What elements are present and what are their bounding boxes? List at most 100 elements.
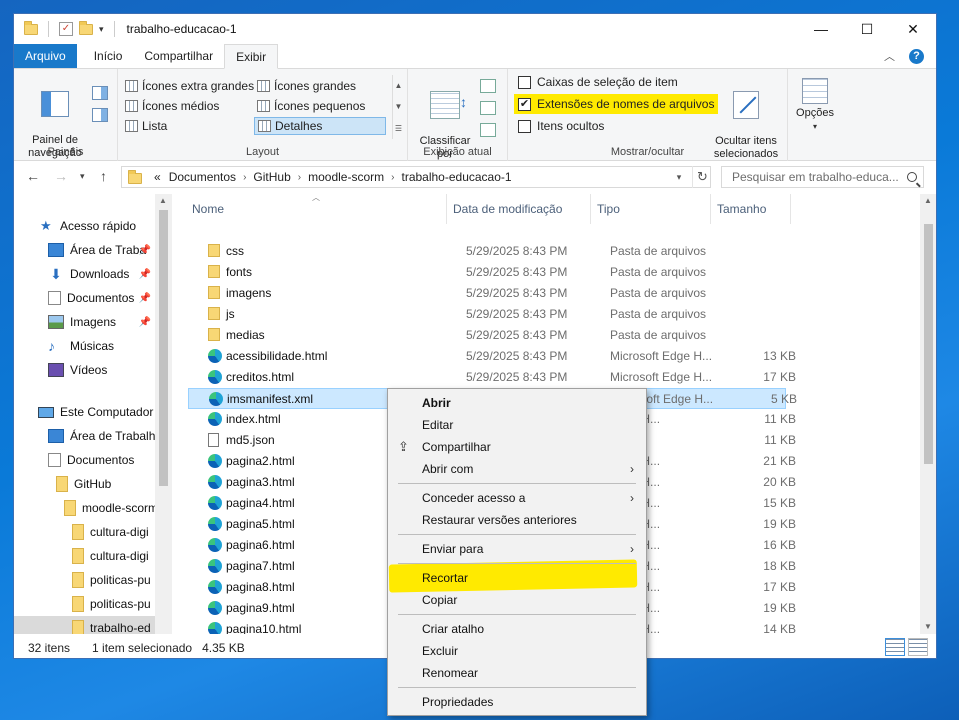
nav-item-music[interactable]: ♪ Músicas [14, 334, 155, 358]
nav-item-folder[interactable]: cultura-digi [14, 520, 155, 544]
nav-item-github[interactable]: GitHub [14, 472, 155, 496]
file-row[interactable]: fonts 5/29/2025 8:43 PM Pasta de arquivos [188, 262, 786, 283]
nav-item-desktop[interactable]: Área de Traba 📌 [14, 238, 155, 262]
nav-item-documents-pc[interactable]: Documentos [14, 448, 155, 472]
tab-inicio[interactable]: Início [83, 44, 134, 68]
address-bar[interactable]: « Documentos › GitHub › moodle-scorm › t… [121, 166, 711, 188]
nav-item-downloads[interactable]: ⬇ Downloads 📌 [14, 262, 155, 286]
column-header-size[interactable]: Tamanho [717, 202, 766, 216]
column-divider[interactable] [710, 194, 711, 224]
checkbox-checked[interactable]: ✔ [518, 97, 531, 111]
file-row[interactable]: imagens 5/29/2025 8:43 PM Pasta de arquivo… [188, 283, 786, 304]
up-button[interactable]: ↑ [100, 168, 107, 184]
nav-item-videos[interactable]: Vídeos [14, 358, 155, 382]
chevron-up-icon[interactable]: ▲ [395, 81, 403, 90]
search-box[interactable]: Pesquisar em trabalho-educa... [721, 166, 924, 188]
layout-large-icons[interactable]: Ícones grandes [254, 77, 359, 95]
layout-small-icons[interactable]: Ícones pequenos [254, 97, 368, 115]
file-extensions-toggle[interactable]: ✔ Extensões de nomes de arquivos [514, 94, 719, 114]
add-columns-icon[interactable] [480, 101, 496, 115]
nav-item-folder[interactable]: politicas-pu [14, 568, 155, 592]
layout-extra-large-icons[interactable]: Ícones extra grandes [122, 77, 257, 95]
maximize-button[interactable]: ☐ [844, 14, 890, 44]
checkbox[interactable] [518, 119, 531, 133]
file-row[interactable]: js 5/29/2025 8:43 PM Pasta de arquivos [188, 304, 786, 325]
hidden-items-toggle[interactable]: Itens ocultos [514, 116, 608, 136]
refresh-button[interactable]: ↻ [692, 166, 712, 188]
file-row[interactable]: acessibilidade.html 5/29/2025 8:43 PM Micr… [188, 346, 796, 367]
item-checkboxes-toggle[interactable]: Caixas de seleção de item [514, 72, 682, 92]
menu-item-editar[interactable]: Editar [388, 414, 646, 436]
close-button[interactable]: ✕ [890, 14, 936, 44]
layout-scroll[interactable]: ▲ ▼ ☰ [392, 75, 404, 139]
nav-item-documents[interactable]: Documentos 📌 [14, 286, 155, 310]
group-by-icon[interactable] [480, 79, 496, 93]
menu-item-abrir-com[interactable]: Abrir com › [388, 458, 646, 480]
preview-pane-icon[interactable] [92, 86, 108, 100]
menu-item-conceder-acesso-a[interactable]: Conceder acesso a › [388, 487, 646, 509]
layout-list[interactable]: Lista [122, 117, 170, 135]
forward-button[interactable]: → [54, 168, 68, 184]
address-dropdown-icon[interactable]: ▾ [670, 172, 688, 183]
menu-item-excluir[interactable]: Excluir [388, 640, 646, 662]
nav-item-pictures[interactable]: Imagens 📌 [14, 310, 155, 334]
file-row[interactable]: css 5/29/2025 8:43 PM Pasta de arquivos [188, 241, 786, 262]
tab-arquivo[interactable]: Arquivo [14, 44, 77, 68]
tab-exibir[interactable]: Exibir [224, 44, 279, 69]
menu-item-criar-atalho[interactable]: Criar atalho [388, 618, 646, 640]
menu-item-propriedades[interactable]: Propriedades [388, 691, 646, 713]
menu-item-restaurar-versoes-anteriores[interactable]: Restaurar versões anteriores [388, 509, 646, 531]
menu-item-copiar[interactable]: Copiar [388, 589, 646, 611]
breadcrumb-separator-icon[interactable]: › [295, 172, 304, 183]
nav-item-folder[interactable]: politicas-pu [14, 592, 155, 616]
search-input[interactable]: Pesquisar em trabalho-educa... [732, 170, 899, 184]
column-header-type[interactable]: Tipo [597, 202, 620, 216]
scrollbar-thumb[interactable] [924, 224, 933, 464]
scrollbar-thumb[interactable] [159, 210, 168, 486]
breadcrumb-overflow[interactable]: « [150, 170, 165, 184]
nav-item-this-pc[interactable]: Este Computador [14, 400, 155, 424]
menu-item-recortar[interactable]: Recortar [388, 567, 646, 589]
column-divider[interactable] [790, 194, 791, 224]
nav-item-quick-access[interactable]: ★ Acesso rápido [14, 214, 155, 238]
minimize-button[interactable]: — [798, 14, 844, 44]
details-view-icon[interactable] [885, 638, 905, 656]
checkbox[interactable] [518, 75, 531, 89]
menu-item-renomear[interactable]: Renomear [388, 662, 646, 684]
properties-icon[interactable]: ✓ [59, 22, 73, 36]
size-columns-icon[interactable] [480, 123, 496, 137]
column-header-name[interactable]: Nome [192, 202, 224, 216]
column-divider[interactable] [590, 194, 591, 224]
file-list-scrollbar[interactable]: ▲ ▼ [920, 194, 936, 634]
breadcrumb-documentos[interactable]: Documentos [165, 170, 240, 184]
breadcrumb-separator-icon[interactable]: › [388, 172, 397, 183]
nav-item-desktop-pc[interactable]: Área de Trabalho [14, 424, 155, 448]
chevron-down-icon[interactable]: ▼ [395, 102, 403, 111]
customize-toolbar-icon[interactable]: ▾ [99, 24, 104, 35]
column-header-date[interactable]: Data de modificação [453, 202, 562, 216]
breadcrumb-trabalho-educacao[interactable]: trabalho-educacao-1 [397, 170, 515, 184]
help-icon[interactable]: ? [909, 48, 924, 64]
tab-compartilhar[interactable]: Compartilhar [133, 44, 224, 68]
scroll-up-icon[interactable]: ▲ [159, 196, 167, 205]
file-row[interactable]: medias 5/29/2025 8:43 PM Pasta de arquivos [188, 325, 786, 346]
new-folder-icon[interactable] [79, 20, 93, 35]
collapse-ribbon-icon[interactable]: ︿ [884, 48, 895, 64]
layout-details[interactable]: Detalhes [254, 117, 386, 135]
breadcrumb-separator-icon[interactable]: › [240, 172, 249, 183]
file-row[interactable]: creditos.html 5/29/2025 8:43 PM Microsoft … [188, 367, 796, 388]
nav-item-trabalho-educacao[interactable]: trabalho-ed [14, 616, 155, 634]
large-icons-view-icon[interactable] [908, 638, 928, 656]
scroll-up-icon[interactable]: ▲ [924, 196, 932, 205]
nav-item-moodle-scorm[interactable]: moodle-scorm [14, 496, 155, 520]
back-button[interactable]: ← [26, 168, 40, 184]
menu-item-enviar-para[interactable]: Enviar para › [388, 538, 646, 560]
menu-item-compartilhar[interactable]: ⇪ Compartilhar [388, 436, 646, 458]
layout-medium-icons[interactable]: Ícones médios [122, 97, 222, 115]
menu-item-abrir[interactable]: Abrir [388, 392, 646, 414]
breadcrumb-moodle-scorm[interactable]: moodle-scorm [304, 170, 388, 184]
scroll-down-icon[interactable]: ▼ [924, 622, 932, 631]
recent-locations-icon[interactable]: ▾ [80, 171, 85, 182]
options-button[interactable]: Opções ▾ [792, 78, 838, 133]
more-icon[interactable]: ☰ [395, 124, 402, 133]
